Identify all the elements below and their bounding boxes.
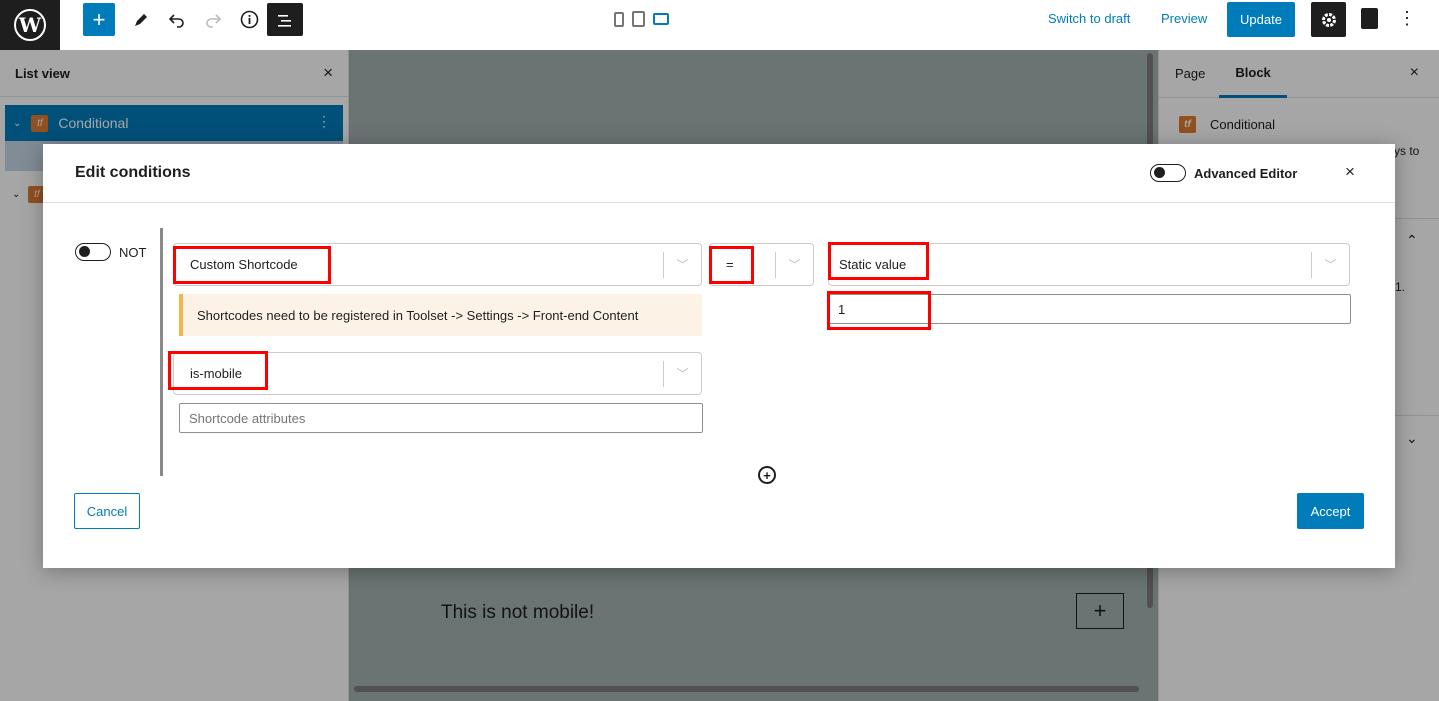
chevron-down-icon[interactable]: ﹀ xyxy=(664,256,701,273)
highlight-box xyxy=(827,291,931,330)
advanced-editor-toggle[interactable] xyxy=(1150,164,1186,182)
preview-button[interactable]: Preview xyxy=(1161,11,1207,26)
not-label: NOT xyxy=(119,244,147,260)
highlight-box xyxy=(168,351,268,390)
accept-button[interactable]: Accept xyxy=(1297,493,1364,529)
shortcode-notice: Shortcodes need to be registered in Tool… xyxy=(179,294,702,336)
redo-icon[interactable] xyxy=(200,3,226,36)
not-toggle-group: NOT xyxy=(75,243,146,261)
wordpress-logo-button[interactable]: W xyxy=(0,0,60,50)
desktop-preview-icon[interactable] xyxy=(653,13,669,25)
shortcode-attributes-input[interactable]: Shortcode attributes xyxy=(179,403,703,433)
highlight-box xyxy=(709,246,754,284)
editor-toolbar: W + Switch to draft Preview Update ⋮ xyxy=(0,0,1439,50)
wordpress-icon: W xyxy=(14,9,46,41)
add-block-button[interactable]: + xyxy=(83,3,115,36)
chevron-down-icon[interactable]: ﹀ xyxy=(1312,256,1349,273)
condition-group-bar xyxy=(160,228,163,476)
tools-pencil-icon[interactable] xyxy=(128,3,154,36)
not-toggle[interactable] xyxy=(75,243,111,261)
details-info-icon[interactable] xyxy=(236,3,262,36)
toolset-plugin-icon[interactable] xyxy=(1361,8,1378,29)
tablet-preview-icon[interactable] xyxy=(632,11,645,27)
advanced-editor-toggle-group: Advanced Editor xyxy=(1150,164,1297,182)
chevron-down-icon[interactable]: ﹀ xyxy=(664,365,701,382)
more-options-icon[interactable]: ⋮ xyxy=(1398,8,1416,29)
modal-header: Edit conditions Advanced Editor × xyxy=(43,144,1395,203)
list-view-button[interactable] xyxy=(267,3,303,36)
undo-icon[interactable] xyxy=(164,3,190,36)
modal-close-icon[interactable]: × xyxy=(1345,162,1355,182)
edit-conditions-modal: Edit conditions Advanced Editor × NOT Cu… xyxy=(43,144,1395,568)
cancel-button[interactable]: Cancel xyxy=(74,493,140,529)
chevron-down-icon[interactable]: ﹀ xyxy=(776,256,813,273)
settings-gear-icon[interactable] xyxy=(1311,2,1346,37)
add-condition-plus-icon[interactable]: + xyxy=(758,466,776,484)
switch-to-draft-button[interactable]: Switch to draft xyxy=(1048,11,1130,26)
modal-title: Edit conditions xyxy=(75,164,191,181)
device-preview-group xyxy=(614,11,669,27)
mobile-preview-icon[interactable] xyxy=(614,11,624,27)
highlight-box xyxy=(173,246,331,284)
advanced-editor-label: Advanced Editor xyxy=(1194,165,1298,181)
list-view-icon xyxy=(278,14,291,27)
update-button[interactable]: Update xyxy=(1227,2,1295,37)
highlight-box xyxy=(828,242,929,280)
